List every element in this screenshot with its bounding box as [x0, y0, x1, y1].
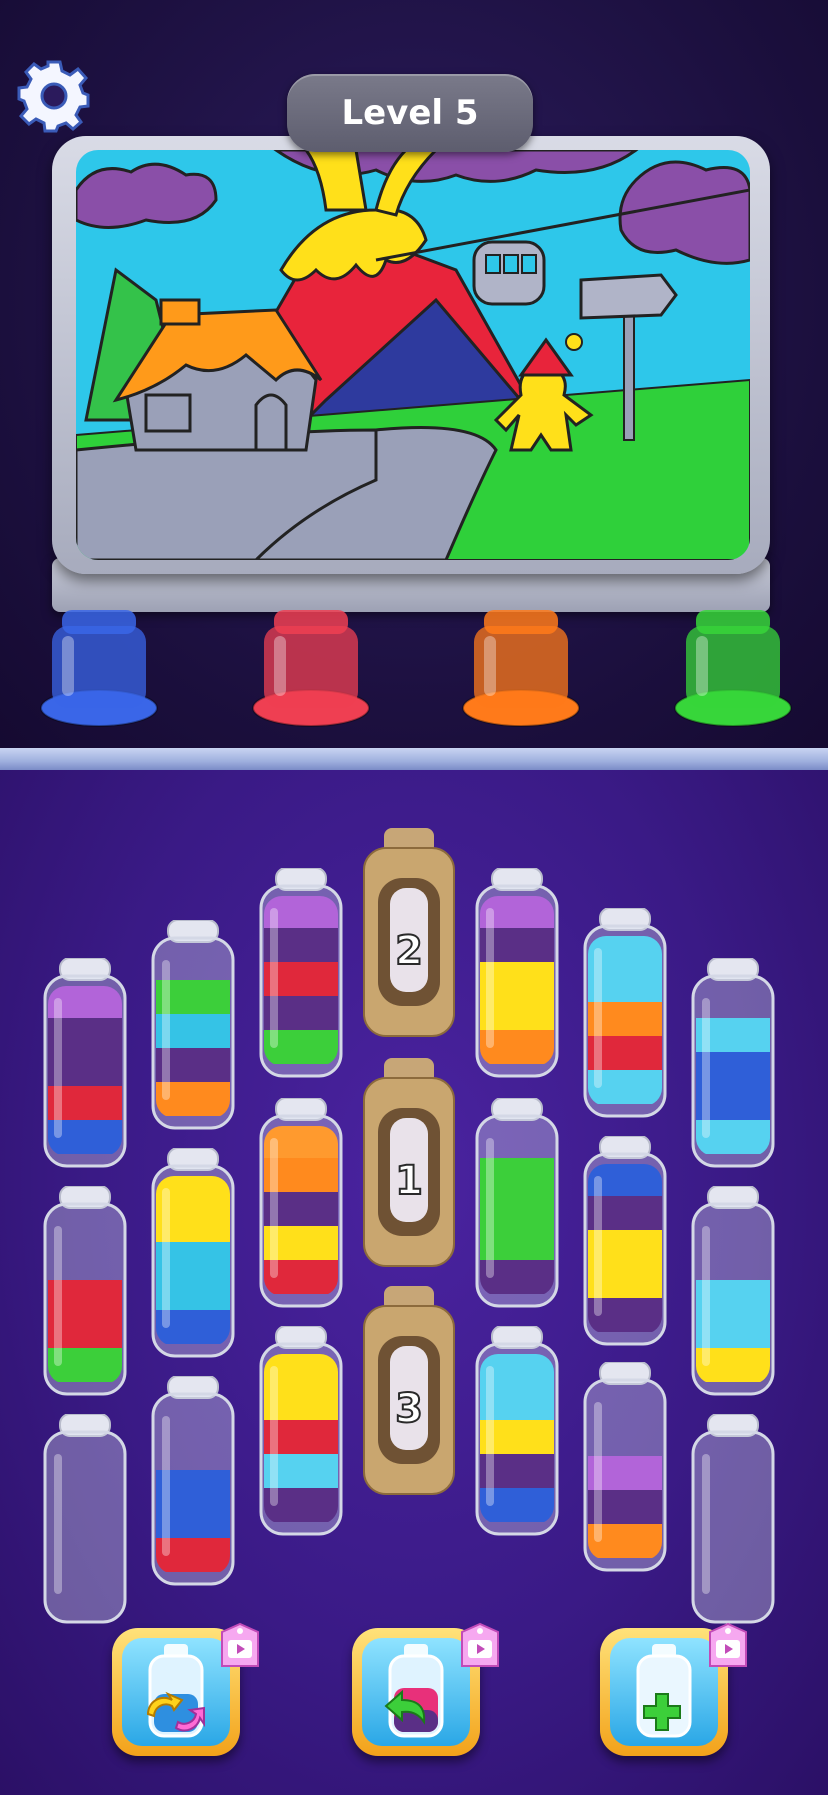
panel-divider — [0, 748, 828, 770]
sand-art-picture — [76, 150, 750, 560]
shuffle-booster-button[interactable] — [112, 1622, 259, 1756]
mystery-bottle-number: 2 — [394, 927, 424, 975]
sand-bottle[interactable] — [688, 1186, 778, 1396]
mystery-bottle-1[interactable]: 1 — [362, 1058, 456, 1268]
sand-bottle[interactable] — [148, 920, 238, 1130]
sand-bottle[interactable] — [40, 958, 130, 1168]
sand-bottle[interactable] — [148, 1148, 238, 1358]
sand-jar-red — [250, 602, 372, 730]
sand-bottle[interactable] — [472, 1098, 562, 1308]
sand-bottle[interactable] — [472, 1326, 562, 1536]
sand-jar-green — [672, 602, 794, 730]
sand-bottle[interactable] — [688, 958, 778, 1168]
sand-bottle[interactable] — [256, 1098, 346, 1308]
sand-bottle[interactable] — [40, 1186, 130, 1396]
sand-jar-orange — [460, 602, 582, 730]
add-bottle-booster-button[interactable] — [600, 1622, 747, 1756]
sand-bottle[interactable] — [256, 868, 346, 1078]
bottle-add-icon — [636, 1644, 692, 1738]
bottle-shuffle-icon — [146, 1644, 205, 1738]
video-ad-icon — [461, 1622, 499, 1667]
mystery-bottle-3[interactable]: 3 — [362, 1286, 456, 1496]
sand-bottle[interactable] — [40, 1414, 130, 1624]
mystery-bottle-number: 1 — [394, 1157, 424, 1205]
mystery-bottle-2[interactable]: 2 — [362, 828, 456, 1038]
sand-bottle[interactable] — [472, 868, 562, 1078]
sand-bottle[interactable] — [580, 908, 670, 1118]
sand-bottle[interactable] — [688, 1414, 778, 1624]
settings-gear-icon[interactable] — [16, 58, 92, 134]
sand-bottle[interactable] — [256, 1326, 346, 1536]
sand-bottle[interactable] — [148, 1376, 238, 1586]
sand-jar-blue — [38, 602, 160, 730]
level-indicator: Level 5 — [287, 74, 533, 152]
bottle-undo-icon — [384, 1644, 444, 1738]
sand-bottle[interactable] — [580, 1362, 670, 1572]
video-ad-icon — [709, 1622, 747, 1667]
mystery-bottle-number: 3 — [394, 1385, 424, 1433]
undo-booster-button[interactable] — [352, 1622, 499, 1756]
sand-bottle[interactable] — [580, 1136, 670, 1346]
video-ad-icon — [221, 1622, 259, 1667]
